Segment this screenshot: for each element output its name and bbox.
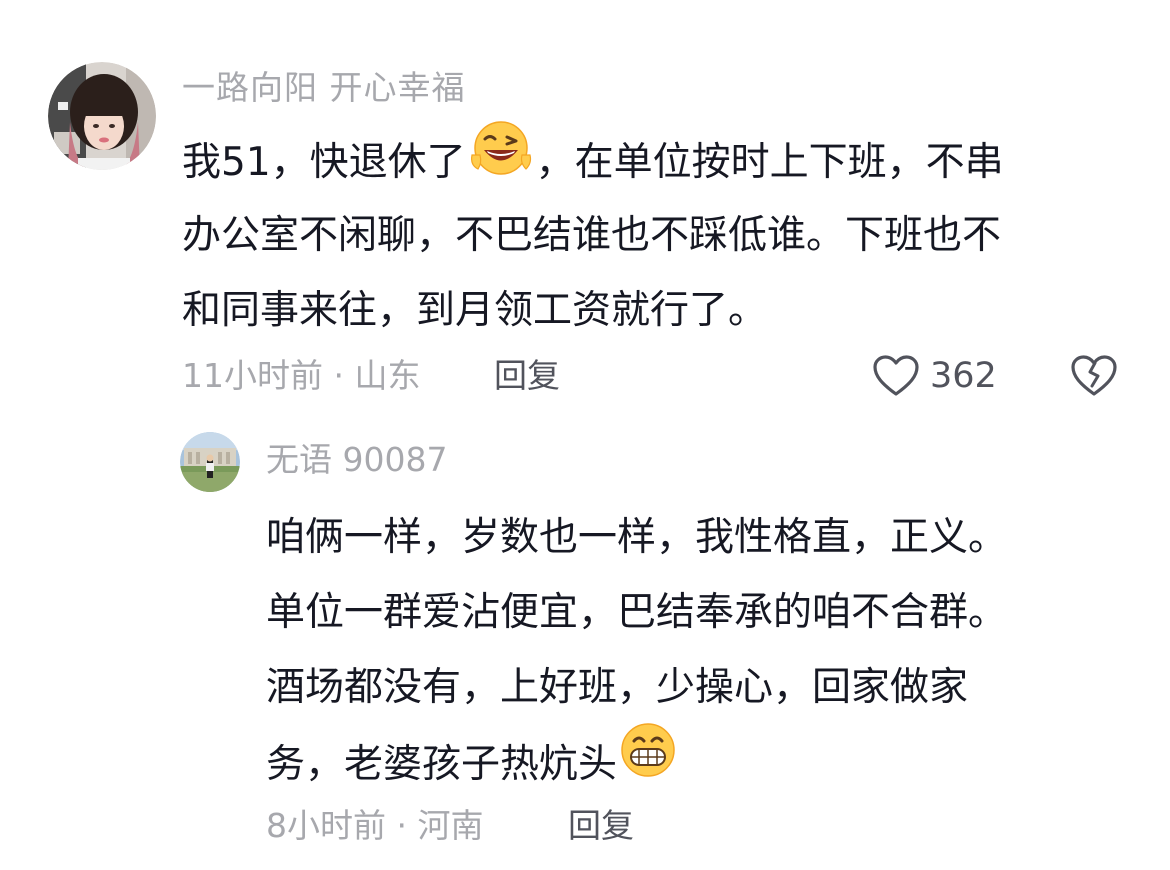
comment-line: 我51，快退休了 ，在单位按时上下班，不串 [182,121,1004,198]
reply-author[interactable]: 无语 90087 [266,440,447,480]
reply-button[interactable]: 回复 [568,806,634,846]
reply-line: 务，老婆孩子热炕头 [266,723,1007,800]
comment-meta: 11小时前 · 山东 [182,356,421,395]
reply-avatar[interactable] [180,432,240,492]
wink-grin-emoji [468,119,534,202]
reply-line: 咱俩一样，岁数也一样，我性格直，正义。 [266,515,1008,560]
dislike-button[interactable] [1070,352,1118,400]
heart-outline-icon [873,355,919,396]
comment-line: 办公室不闲聊，不巴结谁也不踩低谁。下班也不 [182,213,1002,258]
avatar[interactable] [48,62,156,170]
grin-teeth-emoji [619,721,677,804]
comment-text: 我51，快退休了 ，在单位按时上下班，不串 办公室不闲聊，不巴结谁也不踩低谁。下… [182,121,1004,348]
reply-line: 单位一群爱沾便宜，巴结奉承的咱不合群。 [266,590,1008,635]
reply-line: 酒场都没有，上好班，少操心，回家做家 [266,665,969,710]
comment-line: 和同事来往，到月领工资就行了。 [182,288,768,333]
reply-button[interactable]: 回复 [494,356,560,396]
comment-author[interactable]: 一路向阳 开心幸福 [182,68,466,108]
reply-meta: 8小时前 · 河南 [266,806,484,845]
avatar-image [48,62,156,170]
avatar-image [180,432,240,492]
broken-heart-icon [1071,355,1117,396]
reply-text: 咱俩一样，岁数也一样，我性格直，正义。 单位一群爱沾便宜，巴结奉承的咱不合群。 … [266,500,1007,800]
like-button[interactable]: 362 [872,350,997,402]
like-count: 362 [930,356,997,396]
